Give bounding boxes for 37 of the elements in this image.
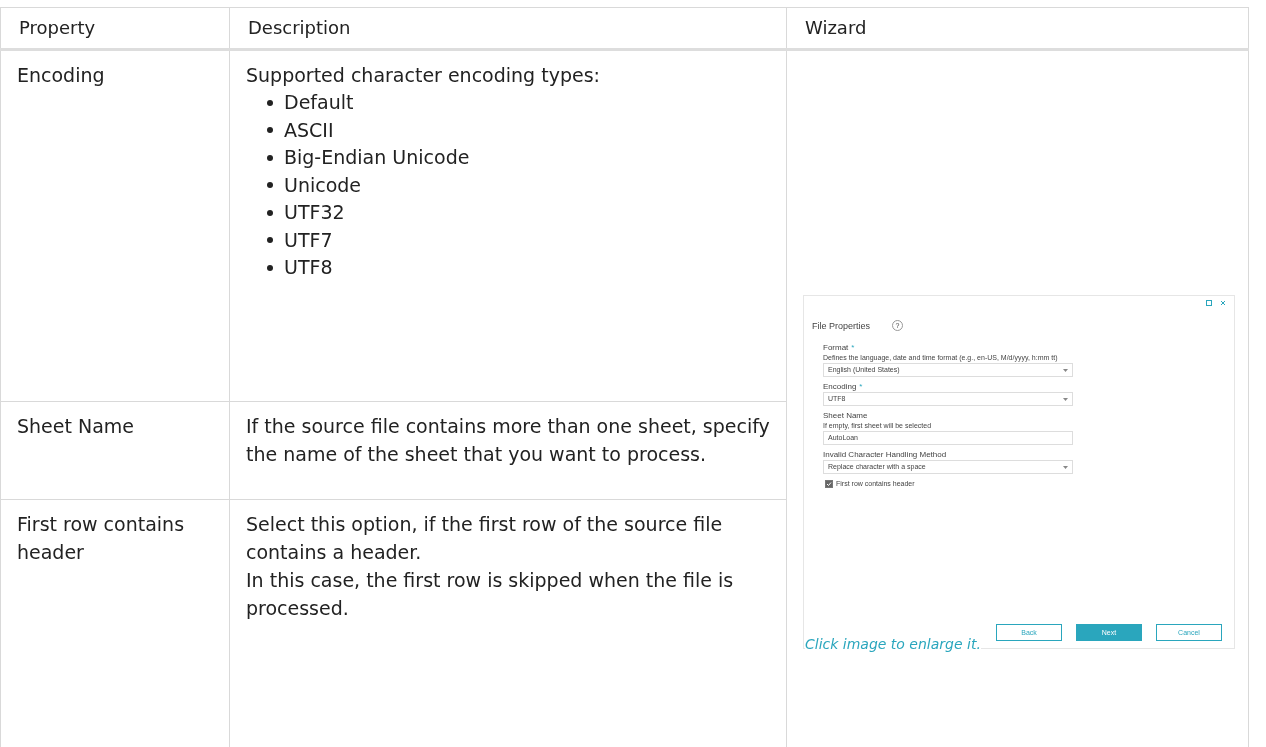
list-item: Default [284, 90, 354, 115]
description-text: In this case, the first row is skipped when the file is processed. [246, 568, 735, 621]
maximize-icon[interactable] [1206, 300, 1212, 306]
wizard-title: File Properties [812, 320, 871, 331]
field-label: Format [823, 343, 849, 353]
field-label: Invalid Character Handling Method [823, 450, 947, 460]
description-text: Select this option, if the first row of the source file contains a header. [246, 512, 724, 565]
field-label: Sheet Name [823, 411, 868, 421]
caret-icon [1063, 397, 1068, 401]
bullet-icon [267, 154, 273, 161]
bullet-icon [267, 237, 273, 244]
list-item: Big-Endian Unicode [284, 145, 470, 170]
list-item: UTF8 [284, 255, 333, 280]
column-header: Wizard [786, 7, 1249, 50]
close-icon[interactable] [1220, 300, 1226, 306]
column-header: Property [0, 7, 230, 50]
bullet-icon [267, 264, 273, 271]
property-name: First row contains header [17, 513, 185, 563]
bullet-icon [267, 182, 273, 189]
checkbox[interactable] [825, 480, 833, 488]
list-item: Unicode [284, 172, 362, 198]
bullet-icon [267, 127, 273, 134]
list-item: ASCII [284, 117, 334, 143]
field-label: Encoding [823, 382, 857, 392]
description-text: Supported character encoding types: [246, 63, 601, 88]
column-header: Description [229, 7, 787, 50]
bullet-icon [267, 209, 273, 216]
property-name: Encoding [17, 64, 105, 86]
bullet-icon [267, 99, 273, 106]
caret-icon [1063, 465, 1068, 469]
description-text: If the source file contains more than one sheet, specify the name of the sheet that you want to process. [246, 414, 770, 467]
list-item: UTF7 [284, 227, 333, 253]
required-mark: * [859, 382, 863, 392]
list-item: UTF32 [284, 200, 345, 225]
caret-icon [1063, 368, 1068, 372]
property-name: Sheet Name [17, 415, 135, 437]
required-mark: * [851, 343, 855, 353]
